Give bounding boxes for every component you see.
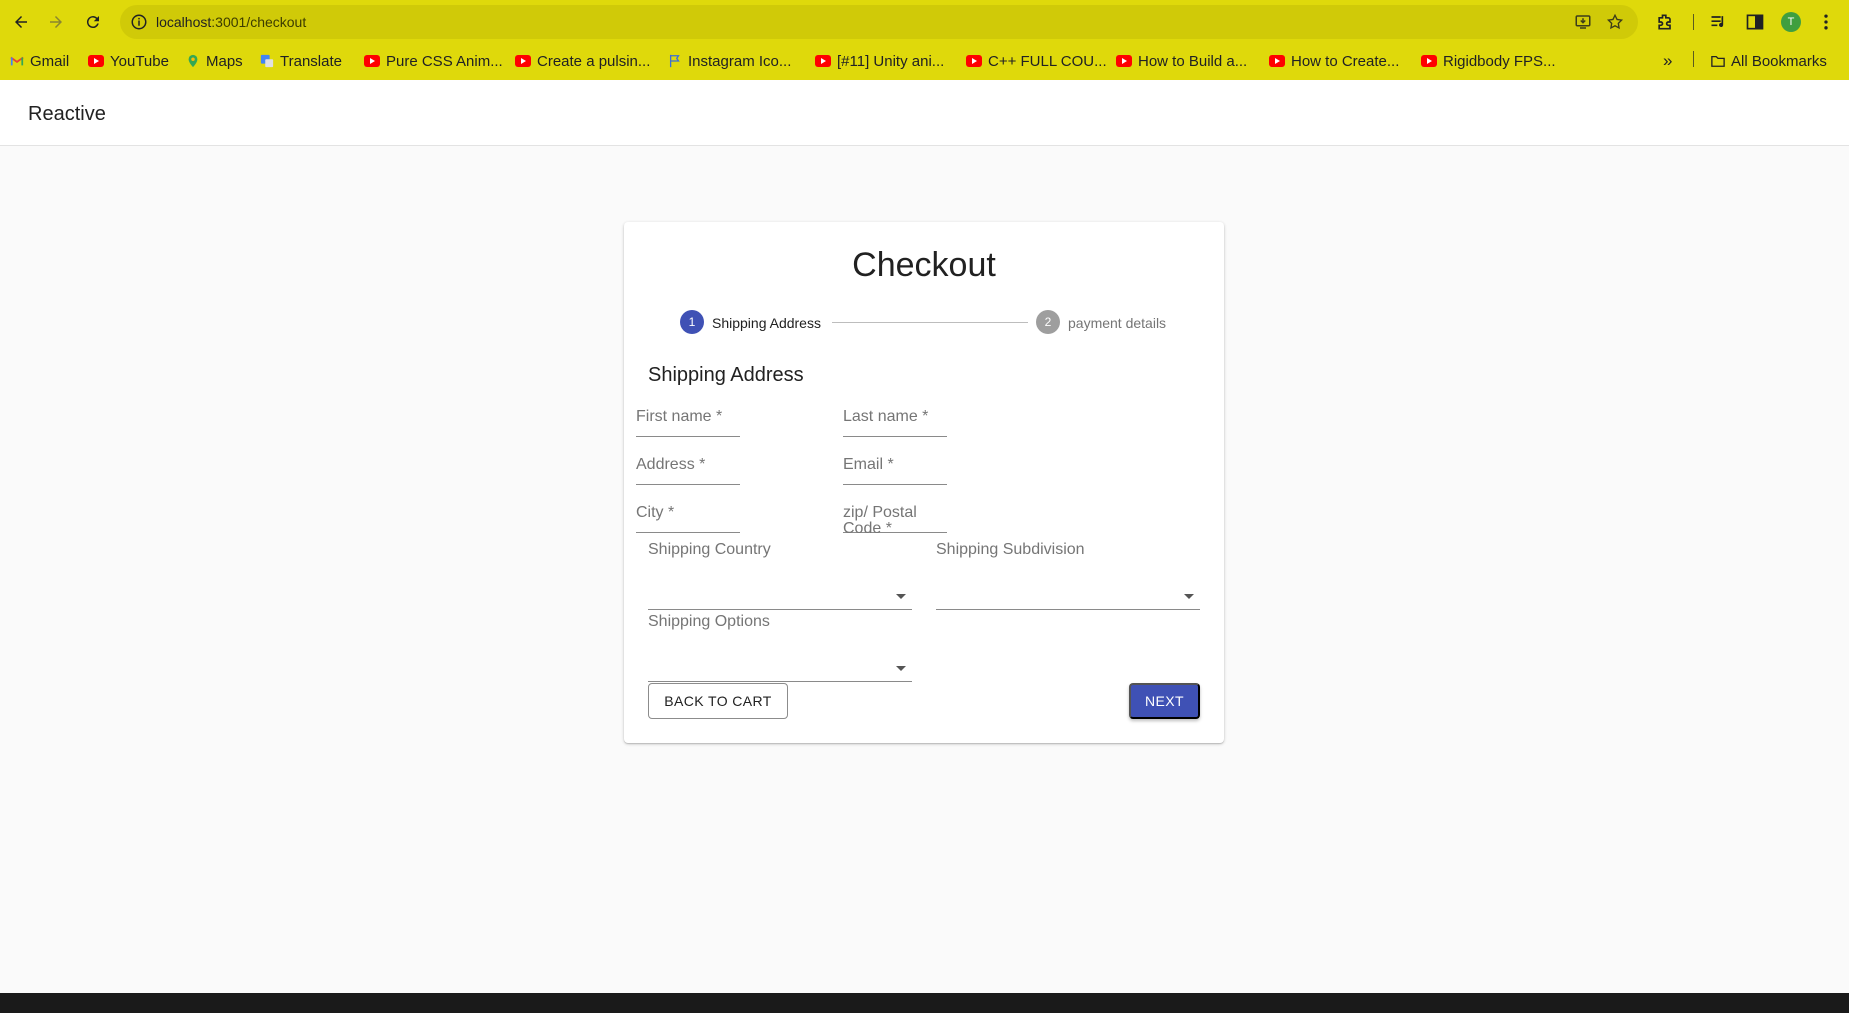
city-label: City * (636, 504, 675, 521)
youtube-icon (515, 55, 531, 67)
bookmark-label: Create a pulsin... (537, 52, 651, 70)
bottom-bar (0, 993, 1849, 1013)
install-app-icon[interactable] (1574, 13, 1592, 31)
bookmark-label: Maps (206, 52, 243, 70)
media-controls-icon[interactable] (1708, 11, 1730, 33)
bookmark-how-to-create[interactable]: How to Create... (1269, 50, 1399, 72)
bookmark-how-to-build[interactable]: How to Build a... (1116, 50, 1247, 72)
bookmark-label: C++ FULL COU... (988, 52, 1107, 70)
bookmark-label: Instagram Ico... (688, 52, 792, 70)
zip-postal-code-field[interactable]: zip/ Postal Code * (843, 501, 947, 537)
bookmark-label: Rigidbody FPS... (1443, 52, 1556, 70)
browser-toolbar: localhost:3001/checkout T (0, 0, 1849, 44)
dropdown-arrow-icon (896, 666, 906, 671)
address-field[interactable]: Address * (636, 453, 740, 485)
first-name-field[interactable]: First name * (636, 405, 740, 437)
youtube-icon (1269, 55, 1285, 67)
address-bar[interactable]: localhost:3001/checkout (120, 5, 1638, 39)
section-title: Shipping Address (648, 364, 804, 386)
bookmarks-overflow-chevron-icon[interactable]: » (1663, 50, 1672, 72)
youtube-icon (364, 55, 380, 67)
bookmark-cpp[interactable]: C++ FULL COU... (966, 50, 1107, 72)
app-header: Reactive (0, 80, 1849, 146)
step-2-label: payment details (1068, 315, 1167, 331)
extensions-icon[interactable] (1654, 11, 1676, 33)
translate-icon (260, 54, 274, 68)
browser-chrome: localhost:3001/checkout T Gmail YouTube … (0, 0, 1849, 80)
brand-title[interactable]: Reactive (28, 103, 106, 126)
back-arrow-icon[interactable] (9, 10, 33, 34)
gmail-icon (10, 56, 24, 66)
step-1-number: 1 (680, 310, 704, 334)
dropdown-arrow-icon (896, 594, 906, 599)
forward-arrow-icon[interactable] (44, 10, 68, 34)
reload-icon[interactable] (81, 10, 105, 34)
maps-icon (188, 54, 198, 68)
url-path: :3001/checkout (211, 14, 307, 30)
bookmark-label: Translate (280, 52, 342, 70)
bookmarks-bar: Gmail YouTube Maps Translate Pure CSS An… (0, 46, 1849, 76)
email-label: Email * (843, 456, 894, 473)
all-bookmarks-folder[interactable]: All Bookmarks (1711, 50, 1827, 72)
step-2-number: 2 (1036, 310, 1060, 334)
youtube-icon (966, 55, 982, 67)
shipping-options-label: Shipping Options (648, 613, 770, 630)
url-text[interactable]: localhost:3001/checkout (156, 14, 306, 30)
folder-icon (1711, 55, 1725, 67)
shipping-options-select[interactable] (648, 640, 912, 682)
youtube-icon (1116, 55, 1132, 67)
profile-avatar[interactable]: T (1781, 12, 1801, 32)
bookmark-translate[interactable]: Translate (260, 50, 342, 72)
bookmark-label: [#11] Unity ani... (837, 52, 945, 70)
zip-label-line2: Code * (843, 520, 892, 537)
shipping-subdivision-select[interactable] (936, 568, 1200, 610)
toolbar-separator (1693, 14, 1694, 30)
bookmark-pulsing[interactable]: Create a pulsin... (515, 50, 650, 72)
step-1-label: Shipping Address (712, 315, 821, 331)
bookmark-star-icon[interactable] (1606, 13, 1624, 31)
bookmark-pure-css[interactable]: Pure CSS Anim... (364, 50, 503, 72)
bookmark-label: How to Create... (1291, 52, 1400, 70)
stepper-connector (832, 322, 1028, 323)
youtube-icon (1421, 55, 1437, 67)
address-label: Address * (636, 456, 706, 473)
url-host: localhost (156, 14, 212, 30)
bookmark-label: YouTube (110, 52, 169, 70)
flag-icon (669, 54, 680, 68)
email-field[interactable]: Email * (843, 453, 947, 485)
checkout-card: Checkout 1 Shipping Address 2 payment de… (624, 222, 1224, 743)
page-title: Checkout (852, 246, 996, 284)
bookmark-unity[interactable]: [#11] Unity ani... (815, 50, 944, 72)
bookmark-youtube[interactable]: YouTube (88, 50, 169, 72)
bookmark-label: Pure CSS Anim... (386, 52, 503, 70)
first-name-label: First name * (636, 408, 723, 425)
last-name-field[interactable]: Last name * (843, 405, 947, 437)
back-to-cart-button[interactable]: BACK TO CART (648, 683, 788, 719)
youtube-icon (88, 55, 104, 67)
bookmark-label: How to Build a... (1138, 52, 1248, 70)
all-bookmarks-label: All Bookmarks (1731, 52, 1827, 70)
bookmark-instagram[interactable]: Instagram Ico... (668, 50, 791, 72)
city-field[interactable]: City * (636, 501, 740, 533)
bookmark-rigidbody[interactable]: Rigidbody FPS... (1421, 50, 1556, 72)
side-panel-icon[interactable] (1744, 11, 1766, 33)
zip-label-line1: zip/ Postal (843, 504, 917, 521)
dropdown-arrow-icon (1184, 594, 1194, 599)
last-name-label: Last name * (843, 408, 929, 425)
more-menu-icon[interactable] (1815, 11, 1837, 33)
shipping-subdivision-label: Shipping Subdivision (936, 541, 1085, 558)
shipping-country-label: Shipping Country (648, 541, 771, 558)
bookmark-label: Gmail (30, 52, 70, 70)
next-button[interactable]: NEXT (1129, 683, 1200, 719)
bookmark-maps[interactable]: Maps (186, 50, 243, 72)
bookmark-gmail[interactable]: Gmail (10, 50, 69, 72)
site-info-icon[interactable] (130, 13, 148, 31)
youtube-icon (815, 55, 831, 67)
bookmarks-separator (1693, 51, 1694, 67)
shipping-country-select[interactable] (648, 568, 912, 610)
